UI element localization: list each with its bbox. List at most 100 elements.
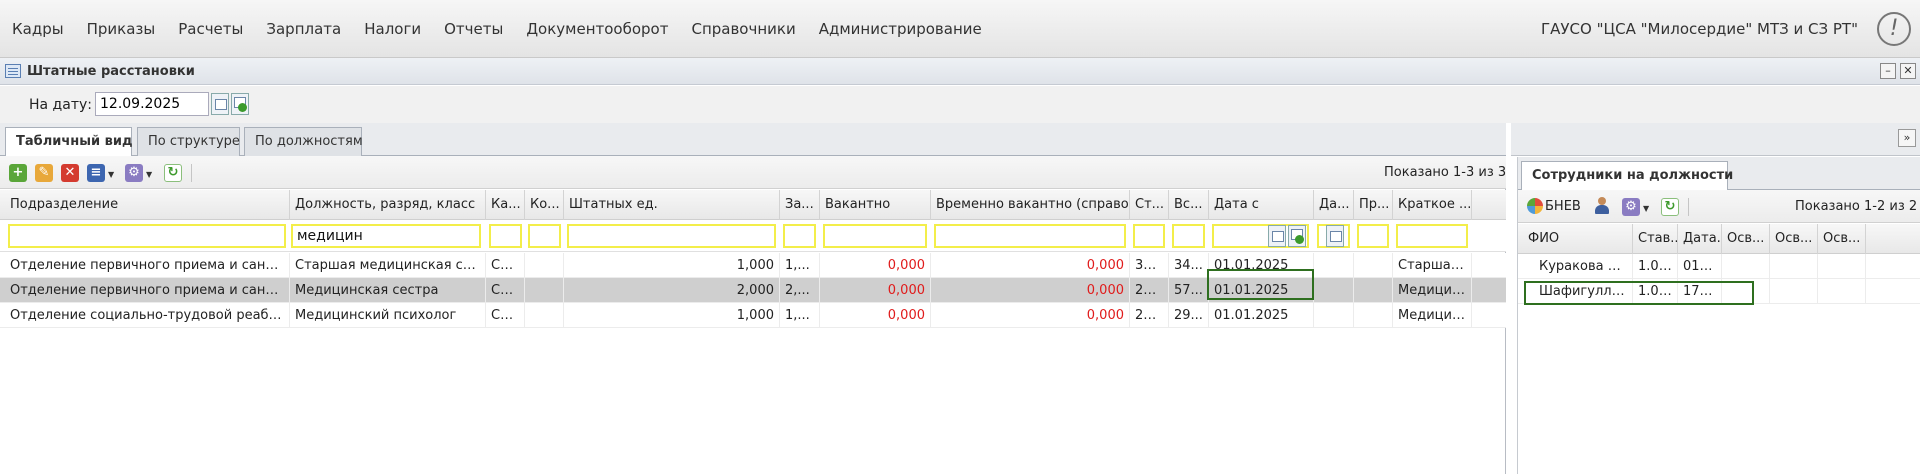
cell-ko [525, 253, 564, 278]
filter-vakantno-input[interactable] [823, 224, 927, 248]
cell-vremenno: 0,000 [931, 303, 1130, 328]
col-da[interactable]: Да... [1314, 190, 1354, 220]
table-row[interactable]: Отделение социально-трудовой реабилит...… [0, 303, 1506, 328]
employees-settings-dropdown-icon[interactable]: ▼ [1643, 204, 1649, 213]
tab-table-view[interactable]: Табличный вид [5, 127, 132, 157]
user-icon[interactable] [1594, 197, 1610, 215]
print-icon[interactable]: ≡ [87, 164, 105, 182]
tab-employees-on-position[interactable]: Сотрудники на должности [1521, 161, 1733, 191]
menu-administrirovanie[interactable]: Администрирование [819, 20, 982, 38]
menu-otchety[interactable]: Отчеты [444, 20, 503, 38]
filter-st-input[interactable] [1133, 224, 1165, 248]
close-button[interactable]: ✕ [1900, 63, 1916, 79]
col-osv-1[interactable]: Осв... [1722, 224, 1770, 254]
col-osv-2[interactable]: Осв... [1770, 224, 1818, 254]
cell-vakantno: 0,000 [820, 278, 931, 303]
cell-kratkoe: Старшая ... [1393, 253, 1472, 278]
filter-shtatnykh-input[interactable] [567, 224, 776, 248]
menu-zarplata[interactable]: Зарплата [266, 20, 341, 38]
filter-pr-input[interactable] [1357, 224, 1389, 248]
cell-za: 1,... [780, 303, 820, 328]
cell-vakantno: 0,000 [820, 253, 931, 278]
filter-date-calendar-icon[interactable] [1268, 225, 1286, 247]
col-ka[interactable]: Ка... [486, 190, 525, 220]
filter-vs-input[interactable] [1172, 224, 1205, 248]
filter-ko-input[interactable] [528, 224, 561, 248]
employees-settings-icon[interactable]: ⚙ [1622, 198, 1640, 216]
filter-vremenno-input[interactable] [934, 224, 1126, 248]
col-za[interactable]: За... [780, 190, 820, 220]
menu-dokumentooborot[interactable]: Документооборот [526, 20, 668, 38]
tab-by-position[interactable]: По должностям [244, 127, 363, 156]
delete-icon[interactable]: ✕ [61, 164, 79, 182]
cell-ka: Ср... [486, 253, 525, 278]
add-icon[interactable]: + [9, 164, 27, 182]
toolbar-divider [191, 164, 192, 182]
col-shtatnykh-ed[interactable]: Штатных ед. [564, 190, 780, 220]
filter-date-clear-icon[interactable] [1288, 225, 1306, 247]
settings-dropdown-icon[interactable]: ▼ [146, 170, 152, 179]
filter-za-input[interactable] [783, 224, 816, 248]
col-ko[interactable]: Ко... [525, 190, 564, 220]
cell-da [1314, 303, 1354, 328]
cell-st: 34... [1130, 253, 1169, 278]
calendar-icon[interactable] [211, 93, 229, 115]
col-kratkoe[interactable]: Краткое ... [1393, 190, 1472, 220]
edit-icon[interactable]: ✎ [35, 164, 53, 182]
col-vs[interactable]: Вс... [1169, 190, 1209, 220]
print-dropdown-icon[interactable]: ▼ [108, 170, 114, 179]
cell-podrazdelenie: Отделение первичного приема и санитарн..… [5, 253, 290, 278]
col-osv-3[interactable]: Осв... [1818, 224, 1866, 254]
right-panel-header: » [1511, 123, 1920, 156]
filter-da-calendar-icon[interactable] [1326, 225, 1344, 247]
col-st[interactable]: Ст... [1130, 190, 1169, 220]
menu-raschety[interactable]: Расчеты [178, 20, 243, 38]
menu-spravochniki[interactable]: Справочники [691, 20, 795, 38]
col-stavka[interactable]: Став... [1633, 224, 1678, 254]
employees-refresh-icon[interactable]: ↻ [1661, 198, 1679, 216]
employees-toolbar-divider [1688, 198, 1689, 216]
filter-podrazdelenie-input[interactable] [8, 224, 286, 248]
cell-shtatnykh: 1,000 [564, 303, 780, 328]
col-pr[interactable]: Пр... [1354, 190, 1393, 220]
cell-kratkoe: Медицин... [1393, 303, 1472, 328]
menu-nalogi[interactable]: Налоги [364, 20, 421, 38]
menu-kadry[interactable]: Кадры [12, 20, 64, 38]
chart-icon[interactable] [1527, 198, 1543, 214]
cell-stavka: 1.000 [1633, 254, 1678, 279]
settings-icon[interactable]: ⚙ [125, 164, 143, 182]
grid-header: Подразделение Должность, разряд, класс К… [0, 190, 1506, 220]
bnev-label[interactable]: БНЕВ [1545, 199, 1581, 214]
filter-dolzhnost-input[interactable] [291, 224, 481, 248]
col-data[interactable]: Дата... [1678, 224, 1722, 254]
filter-ka-input[interactable] [489, 224, 522, 248]
minimize-button[interactable]: – [1880, 63, 1896, 79]
cell-st: 29... [1130, 303, 1169, 328]
date-label: На дату: [29, 97, 92, 113]
expand-panel-icon[interactable]: » [1898, 129, 1916, 147]
cell-vremenno: 0,000 [931, 278, 1130, 303]
menu-prikazy[interactable]: Приказы [87, 20, 156, 38]
col-podrazdelenie[interactable]: Подразделение [5, 190, 290, 220]
cell-ka: Со... [486, 303, 525, 328]
col-vakantno[interactable]: Вакантно [820, 190, 931, 220]
refresh-icon[interactable]: ↻ [164, 164, 182, 182]
col-fio[interactable]: ФИО [1523, 224, 1633, 254]
col-dolzhnost[interactable]: Должность, разряд, класс [290, 190, 486, 220]
date-input[interactable] [95, 92, 209, 116]
highlight-box [1207, 269, 1314, 300]
view-tabs: Табличный вид По структуре По должностям [0, 123, 1506, 157]
col-vremenno-vakantno[interactable]: Временно вакантно (справо... [931, 190, 1130, 220]
cell-dolzhnost: Медицинская сестра [290, 278, 486, 303]
filter-kratkoe-input[interactable] [1396, 224, 1468, 248]
col-data-s[interactable]: Дата с [1209, 190, 1314, 220]
cell-osv-2 [1770, 254, 1818, 279]
notification-alert-icon[interactable]: ! [1877, 12, 1911, 46]
clear-date-icon[interactable] [231, 93, 249, 115]
employees-container: Сотрудники на должности БНЕВ ⚙ ▼ ↻ Показ… [1517, 157, 1920, 474]
employee-row[interactable]: Куракова Н... 1.000 01.0... [1518, 254, 1920, 279]
staff-grid-panel: Табличный вид По структуре По должностям… [0, 123, 1506, 474]
cell-fio: Куракова Н... [1523, 254, 1633, 279]
tab-by-structure[interactable]: По структуре [137, 127, 240, 156]
cell-ka: Ср... [486, 278, 525, 303]
